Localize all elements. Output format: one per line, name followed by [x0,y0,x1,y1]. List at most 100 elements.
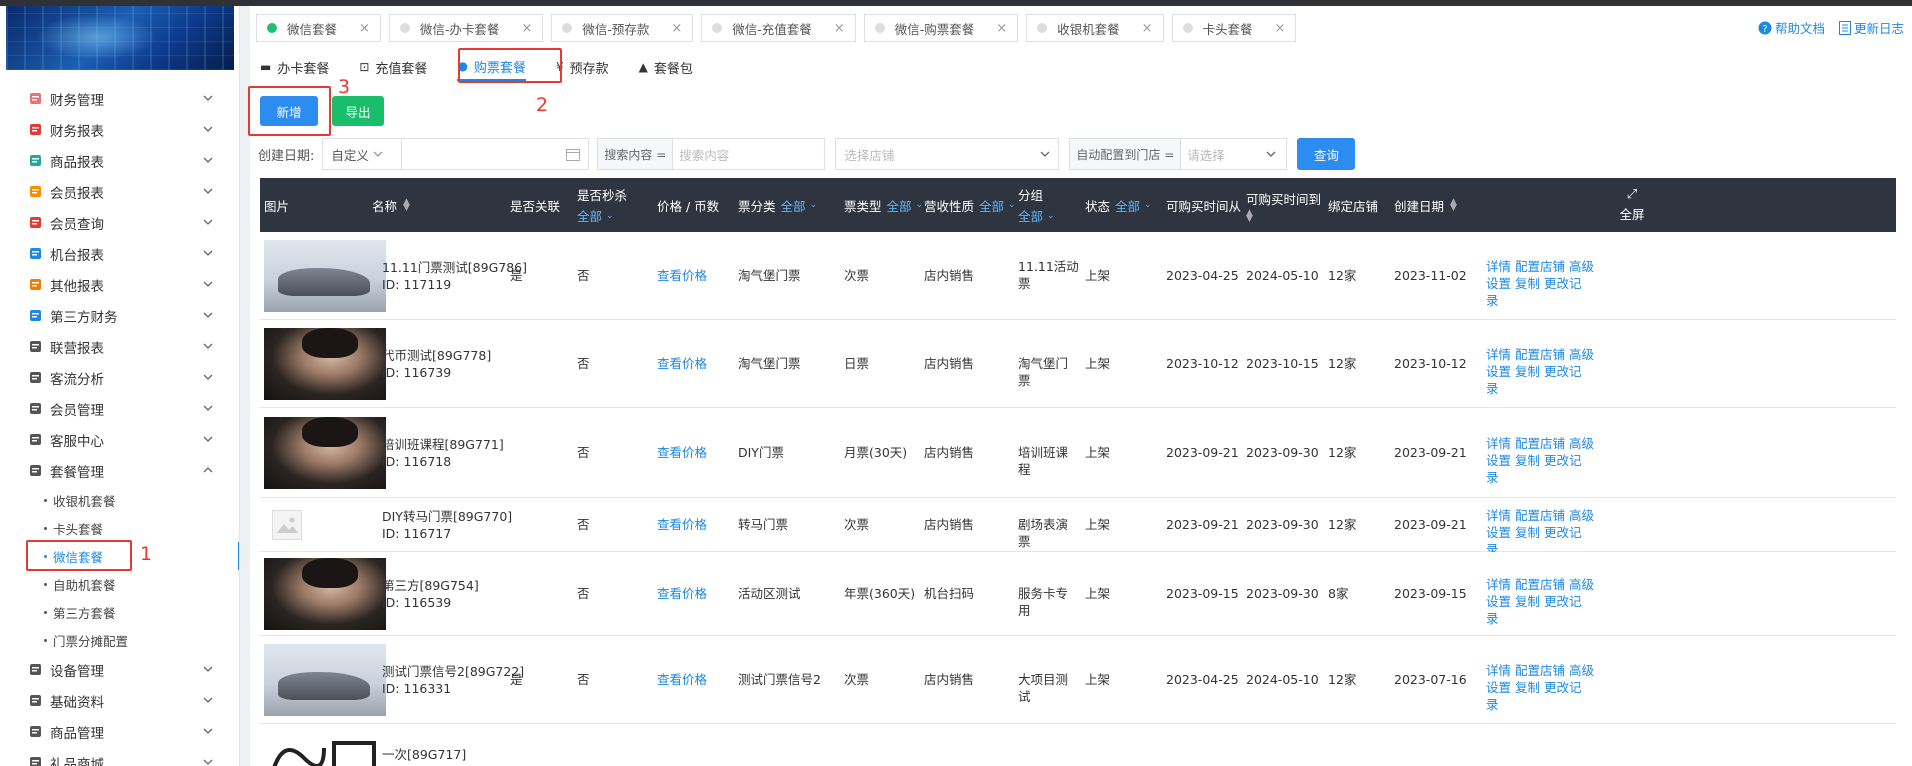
help-docs-link[interactable]: ? 帮助文档 [1758,18,1825,37]
col-header-status[interactable]: 状态 全部 ⌄ [1085,178,1152,232]
sidebar-item-finance[interactable]: 财务管理 [0,83,239,114]
store-select[interactable]: 选择店铺 [835,138,1060,170]
row-thumbnail[interactable] [264,558,386,630]
page-tab-4[interactable]: 微信-购票套餐 × [863,14,1019,42]
row-thumbnail[interactable] [264,417,386,489]
page-tab-1[interactable]: 微信-办卡套餐 × [388,14,544,42]
view-price-link[interactable]: 查看价格 [657,671,707,688]
close-icon[interactable]: × [996,21,1007,36]
sidebar-item-package-mgmt[interactable]: 套餐管理 [0,455,239,486]
changelog-link[interactable]: 更新日志 [1838,18,1904,37]
subtab-basket[interactable]: ▲ 套餐包 [639,53,693,81]
sort-icon[interactable]: ▲ ▼ [1246,208,1321,223]
fullscreen-button[interactable]: ⤢ 全屏 [1582,178,1682,232]
page-tab-0[interactable]: 微信套餐 × [256,14,381,42]
submenu-item-ticket-split[interactable]: 门票分摊配置 [0,626,239,654]
row-thumbnail[interactable] [264,728,386,766]
filter-all-link[interactable]: 全部 [1018,206,1043,225]
action-copy[interactable]: 复制 [1515,276,1540,291]
col-header-price[interactable]: 价格 / 币数 [657,178,719,232]
add-button[interactable]: 新增 [260,96,318,126]
submenu-item-third-party[interactable]: 第三方套餐 [0,598,239,626]
row-thumbnail[interactable] [272,510,302,540]
sidebar-item-goods-report[interactable]: 商品报表 [0,145,239,176]
sidebar-item-gift-mall[interactable]: 礼品商城 [0,747,239,766]
sidebar-item-basic-data[interactable]: 基础资料 [0,685,239,716]
sidebar-item-third-party-finance[interactable]: 第三方财务 [0,300,239,331]
sidebar-item-finance-report[interactable]: 财务报表 [0,114,239,145]
submenu-item-card-head[interactable]: 卡头套餐 [0,514,239,542]
col-header-created[interactable]: 创建日期 ▲ ▼ [1394,178,1457,232]
filter-all-link[interactable]: 全部 [781,196,806,215]
sidebar-item-service-center[interactable]: 客服中心 [0,424,239,455]
sidebar-item-traffic[interactable]: 客流分析 [0,362,239,393]
action-detail[interactable]: 详情 [1486,259,1511,274]
action-detail[interactable]: 详情 [1486,508,1511,523]
action-copy[interactable]: 复制 [1515,453,1540,468]
sort-icon[interactable]: ▲ ▼ [403,198,410,213]
action-config[interactable]: 配置店铺 [1515,436,1565,451]
date-range-input[interactable] [401,138,590,170]
close-icon[interactable]: × [521,21,532,36]
col-header-group[interactable]: 分组 全部 ⌄ [1018,178,1055,232]
close-icon[interactable]: × [359,21,370,36]
row-thumbnail[interactable] [264,328,386,400]
filter-all-link[interactable]: 全部 [887,196,912,215]
view-price-link[interactable]: 查看价格 [657,267,707,284]
sidebar-item-member-mgmt[interactable]: 会员管理 [0,393,239,424]
sidebar-item-other-report[interactable]: 其他报表 [0,269,239,300]
submenu-item-wechat[interactable]: 微信套餐 1 [0,540,239,571]
sidebar-item-member-report[interactable]: 会员报表 [0,176,239,207]
sidebar-item-device[interactable]: 设备管理 [0,654,239,685]
action-config[interactable]: 配置店铺 [1515,577,1565,592]
submenu-item-kiosk[interactable]: 自助机套餐 [0,570,239,598]
sort-icon[interactable]: ▲ ▼ [1450,198,1457,213]
close-icon[interactable]: × [834,21,845,36]
filter-all-link[interactable]: 全部 [1115,196,1140,215]
page-tab-5[interactable]: 收银机套餐 × [1026,14,1164,42]
subtab-recharge[interactable]: ⊡ 充值套餐 [359,53,427,81]
action-config[interactable]: 配置店铺 [1515,663,1565,678]
action-config[interactable]: 配置店铺 [1515,259,1565,274]
sidebar-item-joint-report[interactable]: 联营报表 [0,331,239,362]
view-price-link[interactable]: 查看价格 [657,444,707,461]
filter-all-link[interactable]: 全部 [577,206,602,225]
subtab-card[interactable]: ▬ 办卡套餐 [260,53,329,81]
col-header-linked[interactable]: 是否关联 [510,178,560,232]
sidebar-item-member-query[interactable]: 会员查询 [0,207,239,238]
action-copy[interactable]: 复制 [1515,364,1540,379]
sidebar-item-machine-report[interactable]: 机台报表 [0,238,239,269]
col-header-revenue[interactable]: 营收性质 全部 ⌄ [924,178,1016,232]
col-header-type[interactable]: 票类型 全部 ⌄ [844,178,923,232]
view-price-link[interactable]: 查看价格 [657,585,707,602]
action-detail[interactable]: 详情 [1486,577,1511,592]
row-thumbnail[interactable] [264,240,386,312]
export-button[interactable]: 导出 [332,96,384,126]
close-icon[interactable]: × [1275,21,1286,36]
close-icon[interactable]: × [671,21,682,36]
close-icon[interactable]: × [1142,21,1153,36]
col-header-to[interactable]: 可购买时间到 ▲ ▼ [1246,178,1321,232]
page-tab-3[interactable]: 微信-充值套餐 × [701,14,856,42]
row-thumbnail[interactable] [264,644,386,716]
col-header-from[interactable]: 可购买时间从 [1166,178,1241,232]
subtab-yen[interactable]: ¥ 预存款 [556,53,609,81]
page-tab-6[interactable]: 卡头套餐 × [1171,14,1297,42]
filter-all-link[interactable]: 全部 [979,196,1004,215]
action-copy[interactable]: 复制 [1515,680,1540,695]
col-header-category[interactable]: 票分类 全部 ⌄ [738,178,817,232]
col-header-name[interactable]: 名称 ▲ ▼ [372,178,410,232]
view-price-link[interactable]: 查看价格 [657,516,707,533]
col-header-img[interactable]: 图片 [264,178,289,232]
sidebar-item-goods-mgmt[interactable]: 商品管理 [0,716,239,747]
query-button[interactable]: 查询 [1297,138,1356,170]
auto-store-select[interactable]: 自动配置到门店 = 请选择 [1069,138,1288,170]
search-field[interactable]: 搜索内容 = 搜索内容 [597,138,826,170]
action-copy[interactable]: 复制 [1515,525,1540,540]
col-header-stores[interactable]: 绑定店铺 [1328,178,1378,232]
action-config[interactable]: 配置店铺 [1515,347,1565,362]
action-detail[interactable]: 详情 [1486,663,1511,678]
action-copy[interactable]: 复制 [1515,594,1540,609]
action-detail[interactable]: 详情 [1486,347,1511,362]
view-price-link[interactable]: 查看价格 [657,355,707,372]
